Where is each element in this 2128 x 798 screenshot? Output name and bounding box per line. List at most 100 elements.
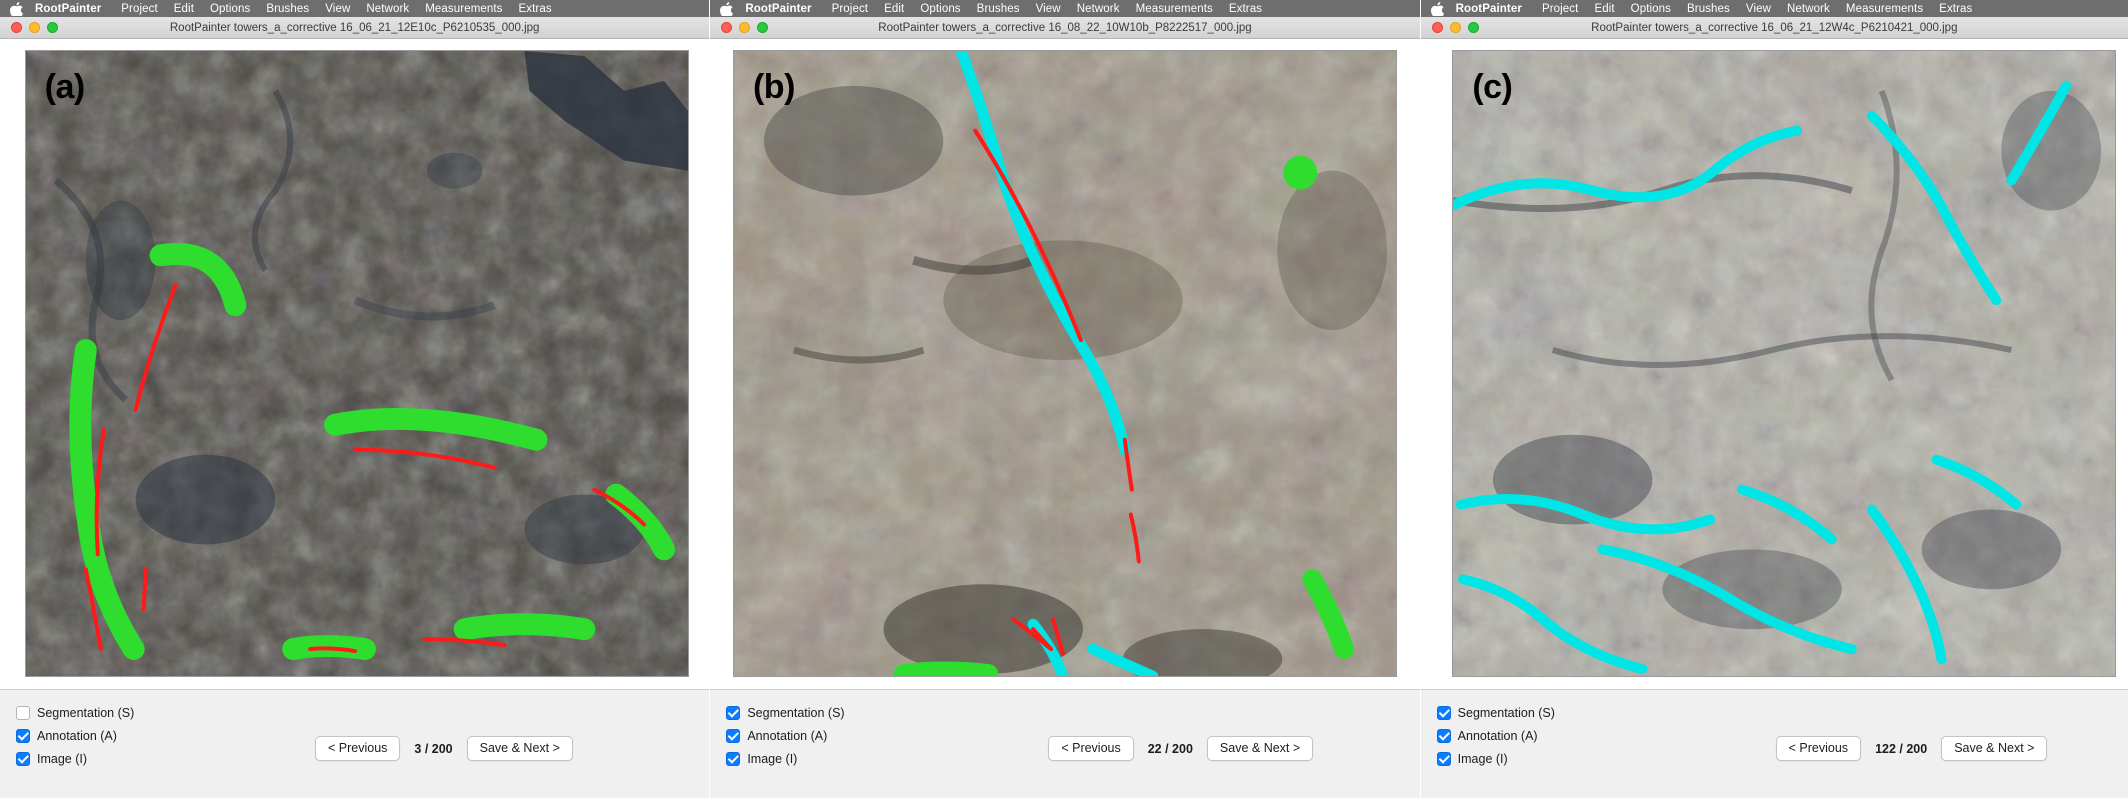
menu-item-brushes[interactable]: Brushes bbox=[258, 3, 317, 15]
image-canvas-c[interactable]: (c) bbox=[1452, 50, 2116, 677]
save-and-next-button-c[interactable]: Save & Next > bbox=[1941, 736, 2047, 761]
window-title-b: RootPainter towers_a_corrective 16_08_22… bbox=[710, 22, 1419, 34]
checkbox-segmentation-b[interactable] bbox=[726, 706, 740, 720]
menu-item-brushes[interactable]: Brushes bbox=[1679, 3, 1738, 15]
image-canvas-a[interactable]: (a) bbox=[25, 50, 689, 677]
menu-item-options[interactable]: Options bbox=[1623, 3, 1679, 15]
menu-item-network[interactable]: Network bbox=[1069, 3, 1128, 15]
checkbox-row-annotation-b[interactable]: Annotation (A) bbox=[726, 727, 844, 744]
menu-item-edit[interactable]: Edit bbox=[1586, 3, 1622, 15]
navigation-group-b: < Previous 22 / 200 Save & Next > bbox=[1048, 736, 1313, 761]
previous-button-a[interactable]: < Previous bbox=[315, 736, 400, 761]
minimize-window-button[interactable] bbox=[29, 22, 40, 33]
minimize-window-button[interactable] bbox=[1450, 22, 1461, 33]
macos-menubar-b: RootPainter Project Edit Options Brushes… bbox=[710, 0, 1419, 17]
close-window-button[interactable] bbox=[1432, 22, 1443, 33]
menu-item-options[interactable]: Options bbox=[912, 3, 968, 15]
menu-item-project[interactable]: Project bbox=[824, 3, 877, 15]
apple-logo-icon[interactable] bbox=[1431, 2, 1444, 16]
rootpainter-window-a: RootPainter Project Edit Options Brushes… bbox=[0, 0, 709, 798]
checkbox-row-image-c[interactable]: Image (I) bbox=[1437, 750, 1555, 767]
checkbox-row-image-b[interactable]: Image (I) bbox=[726, 750, 844, 767]
checkbox-annotation-c[interactable] bbox=[1437, 729, 1451, 743]
macos-menubar-a: RootPainter Project Edit Options Brushes… bbox=[0, 0, 709, 17]
macos-menubar-c: RootPainter Project Edit Options Brushes… bbox=[1421, 0, 2128, 17]
controls-bar-b: Segmentation (S) Annotation (A) Image (I… bbox=[710, 689, 1419, 798]
layer-checkbox-group-b: Segmentation (S) Annotation (A) Image (I… bbox=[726, 704, 844, 767]
apple-logo-icon[interactable] bbox=[720, 2, 733, 16]
checkbox-label-annotation-b: Annotation (A) bbox=[747, 729, 827, 743]
menu-item-rootpainter[interactable]: RootPainter bbox=[1454, 3, 1534, 15]
menu-item-extras[interactable]: Extras bbox=[1221, 3, 1270, 15]
checkbox-segmentation-c[interactable] bbox=[1437, 706, 1451, 720]
menu-item-options[interactable]: Options bbox=[202, 3, 258, 15]
zoom-window-button[interactable] bbox=[757, 22, 768, 33]
previous-button-b[interactable]: < Previous bbox=[1048, 736, 1133, 761]
checkbox-annotation-a[interactable] bbox=[16, 729, 30, 743]
zoom-window-button[interactable] bbox=[1468, 22, 1479, 33]
menu-item-project[interactable]: Project bbox=[1534, 3, 1587, 15]
menu-item-measurements[interactable]: Measurements bbox=[417, 3, 510, 15]
three-window-screen: RootPainter Project Edit Options Brushes… bbox=[0, 0, 2128, 798]
checkbox-row-segmentation-a[interactable]: Segmentation (S) bbox=[16, 704, 134, 721]
checkbox-annotation-b[interactable] bbox=[726, 729, 740, 743]
controls-bar-c: Segmentation (S) Annotation (A) Image (I… bbox=[1421, 689, 2128, 798]
window-body-c: (c) bbox=[1421, 39, 2128, 689]
checkbox-label-segmentation-a: Segmentation (S) bbox=[37, 706, 134, 720]
checkbox-segmentation-a[interactable] bbox=[16, 706, 30, 720]
save-and-next-button-a[interactable]: Save & Next > bbox=[467, 736, 573, 761]
checkbox-row-segmentation-b[interactable]: Segmentation (S) bbox=[726, 704, 844, 721]
menu-item-measurements[interactable]: Measurements bbox=[1838, 3, 1931, 15]
checkbox-row-image-a[interactable]: Image (I) bbox=[16, 750, 134, 767]
apple-logo-icon[interactable] bbox=[10, 2, 23, 16]
window-title-a: RootPainter towers_a_corrective 16_06_21… bbox=[0, 22, 709, 34]
window-body-b: (b) bbox=[710, 39, 1419, 689]
window-titlebar-c: RootPainter towers_a_corrective 16_06_21… bbox=[1421, 17, 2128, 39]
menu-item-measurements[interactable]: Measurements bbox=[1128, 3, 1221, 15]
menu-item-project[interactable]: Project bbox=[113, 3, 166, 15]
checkbox-image-c[interactable] bbox=[1437, 752, 1451, 766]
zoom-window-button[interactable] bbox=[47, 22, 58, 33]
menu-item-brushes[interactable]: Brushes bbox=[969, 3, 1028, 15]
close-window-button[interactable] bbox=[11, 22, 22, 33]
checkbox-label-annotation-c: Annotation (A) bbox=[1458, 729, 1538, 743]
previous-button-c[interactable]: < Previous bbox=[1776, 736, 1861, 761]
panel-letter-c: (c) bbox=[1472, 68, 1512, 107]
image-counter-c: 122 / 200 bbox=[1875, 742, 1927, 756]
menu-item-view[interactable]: View bbox=[1028, 3, 1069, 15]
checkbox-row-annotation-a[interactable]: Annotation (A) bbox=[16, 727, 134, 744]
checkbox-image-a[interactable] bbox=[16, 752, 30, 766]
checkbox-label-image-a: Image (I) bbox=[37, 752, 87, 766]
window-titlebar-b: RootPainter towers_a_corrective 16_08_22… bbox=[710, 17, 1419, 39]
menu-item-rootpainter[interactable]: RootPainter bbox=[743, 3, 823, 15]
traffic-lights-c bbox=[1421, 22, 1479, 33]
rootpainter-window-c: RootPainter Project Edit Options Brushes… bbox=[1421, 0, 2128, 798]
minimize-window-button[interactable] bbox=[739, 22, 750, 33]
menu-item-view[interactable]: View bbox=[1738, 3, 1779, 15]
layer-checkbox-group-c: Segmentation (S) Annotation (A) Image (I… bbox=[1437, 704, 1555, 767]
navigation-group-c: < Previous 122 / 200 Save & Next > bbox=[1776, 736, 2048, 761]
save-and-next-button-b[interactable]: Save & Next > bbox=[1207, 736, 1313, 761]
menu-item-view[interactable]: View bbox=[317, 3, 358, 15]
image-canvas-b[interactable]: (b) bbox=[733, 50, 1397, 677]
checkbox-row-annotation-c[interactable]: Annotation (A) bbox=[1437, 727, 1555, 744]
menu-item-network[interactable]: Network bbox=[1779, 3, 1838, 15]
controls-bar-a: Segmentation (S) Annotation (A) Image (I… bbox=[0, 689, 709, 798]
menu-item-edit[interactable]: Edit bbox=[876, 3, 912, 15]
menu-item-extras[interactable]: Extras bbox=[1931, 3, 1980, 15]
navigation-group-a: < Previous 3 / 200 Save & Next > bbox=[315, 736, 573, 761]
close-window-button[interactable] bbox=[721, 22, 732, 33]
soil-photo-c bbox=[1452, 50, 2116, 677]
menu-item-extras[interactable]: Extras bbox=[511, 3, 560, 15]
menu-item-rootpainter[interactable]: RootPainter bbox=[33, 3, 113, 15]
checkbox-row-segmentation-c[interactable]: Segmentation (S) bbox=[1437, 704, 1555, 721]
menu-item-edit[interactable]: Edit bbox=[166, 3, 202, 15]
checkbox-label-image-c: Image (I) bbox=[1458, 752, 1508, 766]
panel-letter-b: (b) bbox=[753, 68, 795, 107]
checkbox-image-b[interactable] bbox=[726, 752, 740, 766]
menu-item-network[interactable]: Network bbox=[358, 3, 417, 15]
rootpainter-window-b: RootPainter Project Edit Options Brushes… bbox=[710, 0, 1419, 798]
checkbox-label-annotation-a: Annotation (A) bbox=[37, 729, 117, 743]
window-title-c: RootPainter towers_a_corrective 16_06_21… bbox=[1421, 22, 2128, 34]
window-titlebar-a: RootPainter towers_a_corrective 16_06_21… bbox=[0, 17, 709, 39]
